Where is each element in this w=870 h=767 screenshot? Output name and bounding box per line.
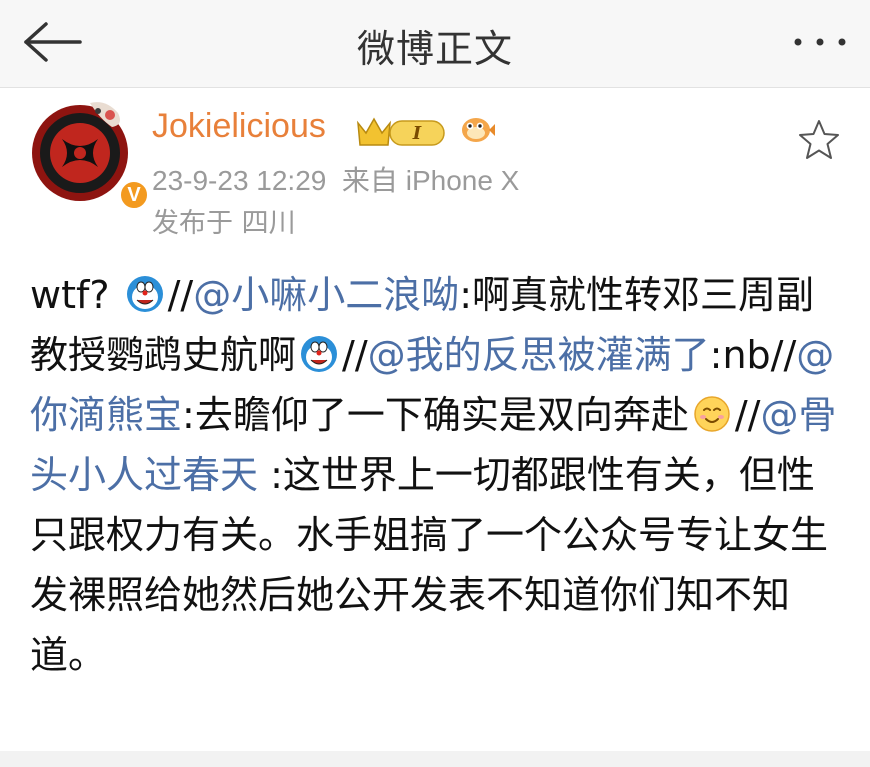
avatar-image (32, 102, 128, 201)
mention-link[interactable]: @小嘛小二浪呦 (193, 273, 459, 317)
smile-emoji-icon (694, 396, 730, 432)
avatar[interactable]: V (28, 101, 150, 211)
content-text: wtf? (30, 273, 110, 317)
page-title: 微博正文 (356, 27, 513, 71)
source-device: iPhone X (405, 165, 520, 196)
mention-link[interactable]: @我的反思被灌满了 (368, 333, 710, 377)
content-text: :去瞻仰了一下确实是双向奔赴 (182, 393, 689, 437)
content-separator: // (342, 333, 368, 377)
content-separator: // (734, 393, 761, 437)
post-content: wtf? //@小嘛小二浪呦:啊真就性转邓三周副教授鹦鹉史航啊//@我的反思被灌… (30, 265, 850, 685)
pufferfish-icon (462, 118, 495, 142)
content-text: :nb// (709, 333, 797, 377)
post-location: 发布于 四川 (152, 208, 296, 239)
crown-level-icon: I (357, 117, 445, 146)
verified-badge: V (118, 179, 150, 211)
top-nav-bar: 微博正文 (0, 0, 870, 88)
more-dots-icon[interactable] (788, 22, 852, 62)
level-badge: I (412, 123, 422, 144)
doraemon-emoji-icon (126, 276, 163, 312)
weibo-post: V Jokielicious I 23-9-23 12:29 来自 iPhone… (0, 89, 870, 751)
post-timestamp: 23-9-23 12:29 (152, 165, 327, 196)
content-separator: // (167, 273, 194, 317)
bottom-divider (0, 751, 870, 767)
source-prefix: 来自 (341, 165, 398, 196)
star-outline-icon[interactable] (796, 117, 842, 163)
doraemon-emoji-icon (301, 336, 338, 372)
post-meta: 23-9-23 12:29 来自 iPhone X (152, 159, 519, 199)
username[interactable]: Jokielicious (152, 107, 326, 146)
